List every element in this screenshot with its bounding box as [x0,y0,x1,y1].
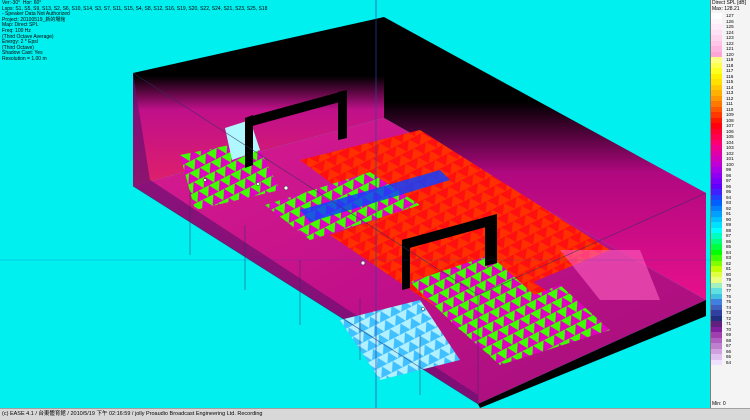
legend-scale: 127 126 125 124 123 122 121 120 119 118 117 116 115 1… [711,13,750,365]
legend-value: 120 [726,51,734,57]
legend-value: 84 [726,249,732,255]
legend-value: 113 [726,90,734,96]
spl-legend: Direct SPL [dB] Max: 128.21 127 126 125 124… [710,0,750,408]
legend-value: 125 [726,24,734,30]
legend-value: 86 [726,238,732,244]
legend-value: 115 [726,79,734,85]
info-line: Resolution = 1.00 m [2,55,47,62]
legend-value: 123 [726,35,734,41]
legend-value: 93 [726,200,732,206]
legend-value: 89 [726,222,732,228]
legend-value: 87 [726,233,732,239]
legend-value: 74 [726,304,732,310]
legend-value: 97 [726,178,732,184]
legend-value: 127 [726,13,734,19]
legend-value: 114 [726,84,734,90]
legend-min-label: Min: 0 [712,401,726,407]
legend-value: 116 [726,73,734,79]
legend-value: 66 [726,348,732,354]
legend-value: 95 [726,189,732,195]
legend-value: 105 [726,134,734,140]
legend-value: 103 [726,145,734,151]
legend-value: 124 [726,29,734,35]
legend-max-label: Max: 128.21 [712,6,740,12]
legend-entry: 64 [711,359,750,365]
legend-value: 70 [726,326,732,332]
legend-value: 121 [726,46,734,52]
legend-value: 94 [726,194,732,200]
legend-value: 82 [726,260,732,266]
legend-value: 92 [726,205,732,211]
legend-value: 117 [726,68,734,74]
legend-value: 77 [726,288,732,294]
legend-value: 79 [726,277,732,283]
legend-value: 71 [726,321,732,327]
legend-value: 109 [726,112,734,118]
legend-swatch [711,359,722,365]
legend-value: 104 [726,139,734,145]
legend-value: 85 [726,244,732,250]
legend-value: 110 [726,106,734,112]
legend-value: 73 [726,310,732,316]
legend-value: 99 [726,167,732,173]
legend-value: 67 [726,343,732,349]
legend-value: 126 [726,18,734,24]
legend-value: 75 [726,299,732,305]
legend-value: 64 [726,359,732,365]
legend-value: 118 [726,62,734,68]
legend-value: 69 [726,332,732,338]
legend-value: 96 [726,183,732,189]
legend-value: 81 [726,266,732,272]
legend-value: 98 [726,172,732,178]
legend-value: 106 [726,128,734,134]
legend-value: 91 [726,211,732,217]
status-bar: (c) EASE 4.1 / 台東體育館 / 2010/5/19 下午 02:1… [0,408,750,420]
legend-value: 76 [726,293,732,299]
legend-value: 90 [726,216,732,222]
legend-value: 83 [726,255,732,261]
legend-value: 108 [726,117,734,123]
legend-value: 80 [726,271,732,277]
legend-value: 122 [726,40,734,46]
legend-value: 101 [726,156,734,162]
view-info-panel: Ver:-30° Hor: 60° Lsps: S1, S5, S9, S13, … [2,0,267,63]
legend-value: 107 [726,123,734,129]
legend-value: 111 [726,101,733,107]
legend-value: 68 [726,337,732,343]
legend-value: 78 [726,282,732,288]
legend-value: 102 [726,150,734,156]
legend-value: 72 [726,315,732,321]
legend-value: 119 [726,57,734,63]
legend-value: 112 [726,95,734,101]
legend-value: 88 [726,227,732,233]
legend-value: 100 [726,161,734,167]
legend-value: 65 [726,354,732,360]
